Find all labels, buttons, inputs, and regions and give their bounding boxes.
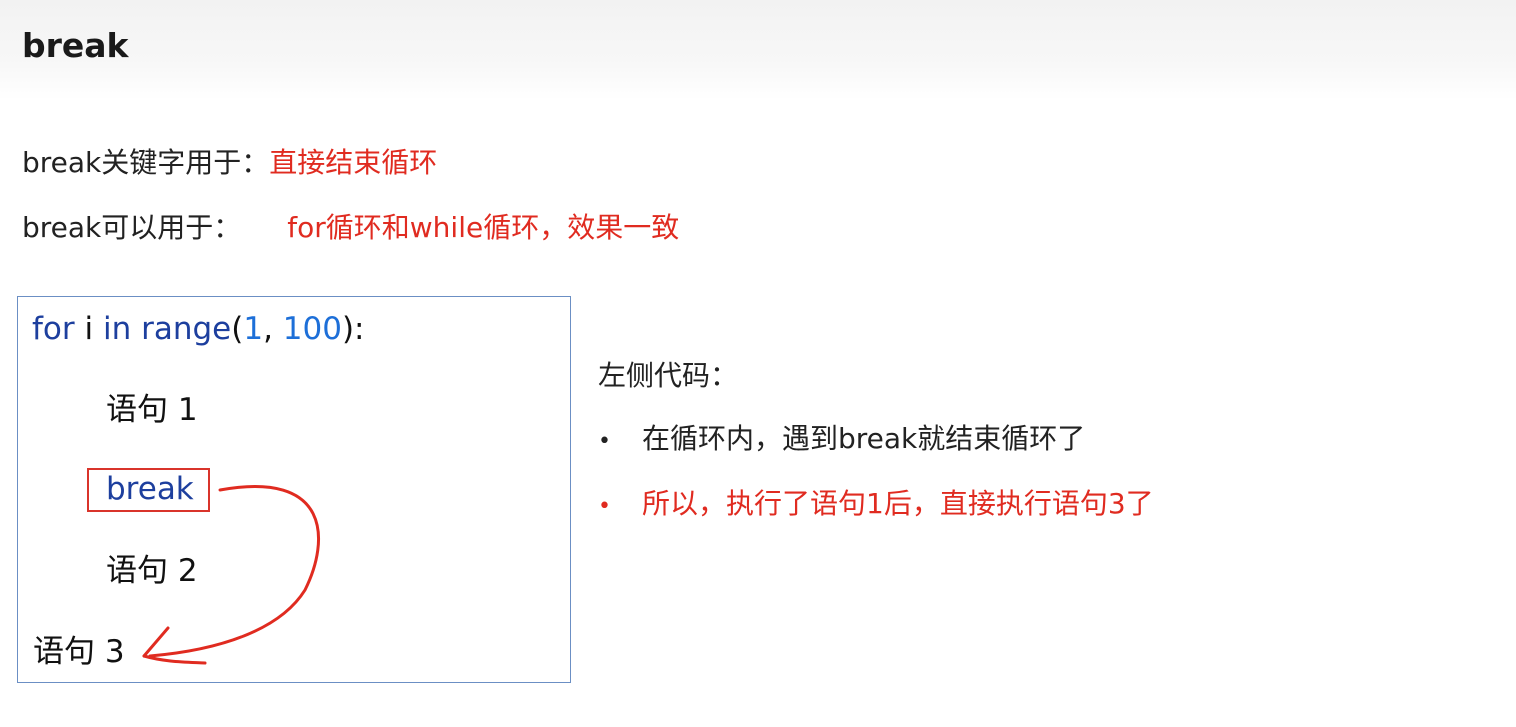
code-statement-1: 语句 1 — [106, 392, 198, 428]
code-paren-open: ( — [231, 311, 244, 347]
slide-title: break — [22, 26, 129, 65]
explanation-bullet: • 所以，执行了语句1后，直接执行语句3了 — [598, 486, 1154, 525]
code-example-box: for i in range(1, 100): 语句 1 break 语句 2 … — [17, 296, 571, 683]
code-range-end: 100 — [282, 311, 342, 347]
bullet-marker: • — [598, 429, 611, 454]
code-statement-2: 语句 2 — [106, 553, 198, 589]
slide: break break关键字用于：直接结束循环 break可以用于： for循环和… — [0, 0, 1516, 727]
intro-line-purpose: break关键字用于：直接结束循环 — [22, 145, 437, 181]
code-for-keyword: for — [32, 311, 75, 347]
bullet-text: 所以，执行了语句1后，直接执行语句3了 — [642, 487, 1154, 520]
code-break-highlight: break — [87, 468, 210, 512]
intro-line-usage: break可以用于： for循环和while循环，效果一致 — [22, 210, 679, 246]
intro-value-purpose: 直接结束循环 — [269, 146, 438, 179]
bullet-text: 在循环内，遇到break就结束循环了 — [642, 422, 1086, 455]
code-range-function: range — [131, 311, 232, 347]
intro-label-purpose: break关键字用于： — [22, 146, 270, 179]
title-bar — [0, 0, 1516, 100]
code-loop-variable: i — [74, 311, 103, 347]
code-range-start: 1 — [243, 311, 264, 347]
code-statement-3: 语句 3 — [33, 634, 125, 670]
intro-value-usage: for循环和while循环，效果一致 — [287, 211, 680, 244]
code-comma: , — [263, 311, 283, 347]
bullet-marker: • — [598, 494, 611, 519]
explanation-heading: 左侧代码： — [598, 359, 739, 392]
code-in-keyword: in — [102, 311, 132, 347]
code-paren-close: ): — [341, 311, 365, 347]
intro-label-usage: break可以用于： — [22, 211, 242, 244]
explanation-bullet: • 在循环内，遇到break就结束循环了 — [598, 421, 1085, 460]
code-for-line: for i in range(1, 100): — [32, 309, 365, 349]
